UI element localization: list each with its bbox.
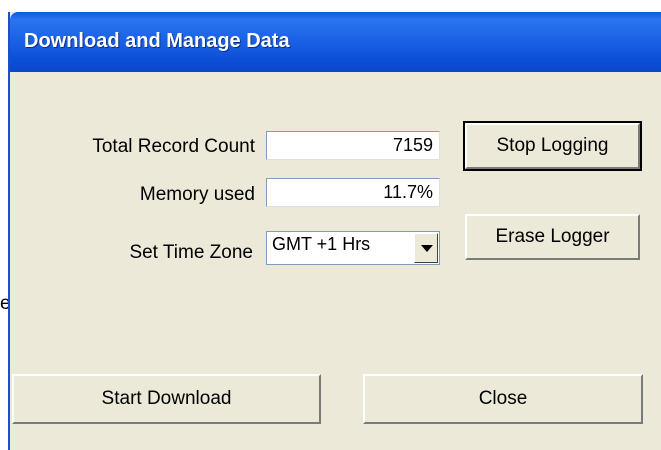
time-zone-dropdown-button[interactable] (414, 233, 438, 263)
chevron-down-icon (421, 245, 433, 252)
erase-logger-button[interactable]: Erase Logger (465, 214, 640, 260)
memory-used-label: Memory used (139, 184, 255, 205)
time-zone-selected-value: GMT +1 Hrs (272, 234, 371, 254)
start-download-label: Start Download (101, 388, 232, 409)
close-button[interactable]: Close (363, 374, 643, 424)
time-zone-label: Set Time Zone (129, 242, 253, 263)
erase-logger-label: Erase Logger (495, 226, 610, 247)
stop-logging-button[interactable]: Stop Logging (463, 121, 642, 171)
title-bar[interactable]: Download and Manage Data (10, 12, 661, 72)
memory-used-field: 11.7% (266, 178, 440, 207)
total-record-count-label: Total Record Count (92, 136, 255, 157)
close-label: Close (478, 388, 528, 409)
dialog-window: Download and Manage Data Total Record Co… (8, 12, 661, 450)
time-zone-select[interactable]: GMT +1 Hrs (266, 231, 440, 265)
total-record-count-field: 7159 (266, 131, 440, 160)
stop-logging-label: Stop Logging (496, 135, 609, 156)
start-download-button[interactable]: Start Download (12, 374, 321, 424)
window-title: Download and Manage Data (24, 30, 290, 52)
dialog-body: Total Record Count 7159 Memory used 11.7… (10, 72, 661, 450)
